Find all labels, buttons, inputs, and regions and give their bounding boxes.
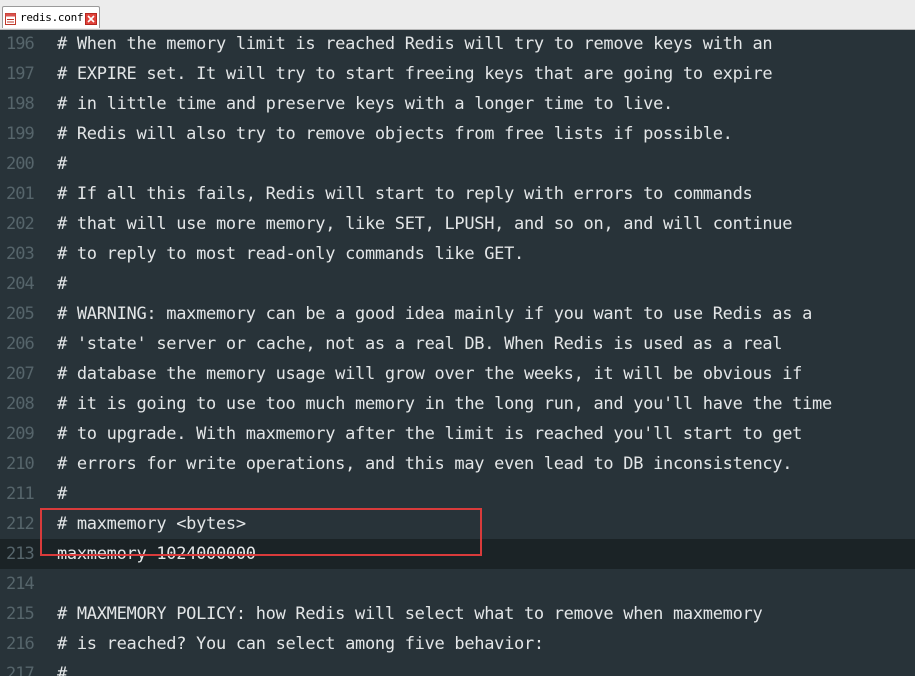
line-number: 212	[6, 514, 35, 534]
line-number: 208	[6, 394, 35, 414]
code-text: # If all this fails, Redis will start to…	[57, 184, 753, 204]
code-line[interactable]: 205 # WARNING: maxmemory can be a good id…	[0, 299, 915, 329]
line-number: 197	[6, 64, 35, 84]
code-text: # that will use more memory, like SET, L…	[57, 214, 793, 234]
line-number: 199	[6, 124, 35, 144]
line-number: 209	[6, 424, 35, 444]
code-line[interactable]: 200 #	[0, 149, 915, 179]
tab-bar: redis.conf	[0, 0, 915, 30]
code-line[interactable]: 201 # If all this fails, Redis will start…	[0, 179, 915, 209]
code-line[interactable]: 203 # to reply to most read-only commands…	[0, 239, 915, 269]
line-number: 196	[6, 34, 35, 54]
code-text: # to reply to most read-only commands li…	[57, 244, 524, 264]
code-line[interactable]: 213 maxmemory 1024000000	[0, 539, 915, 569]
code-line[interactable]: 198 # in little time and preserve keys wi…	[0, 89, 915, 119]
line-number: 201	[6, 184, 35, 204]
code-line[interactable]: 216 # is reached? You can select among fi…	[0, 629, 915, 659]
file-icon	[5, 12, 16, 25]
line-number: 200	[6, 154, 35, 174]
code-line[interactable]: 211 #	[0, 479, 915, 509]
code-line[interactable]: 214	[0, 569, 915, 599]
code-text: maxmemory 1024000000	[57, 544, 256, 564]
code-text: # it is going to use too much memory in …	[57, 394, 832, 414]
code-text: # Redis will also try to remove objects …	[57, 124, 733, 144]
code-text: #	[57, 154, 67, 174]
code-line[interactable]: 212 # maxmemory <bytes>	[0, 509, 915, 539]
code-line[interactable]: 217 #	[0, 659, 915, 676]
line-number: 203	[6, 244, 35, 264]
code-text: # When the memory limit is reached Redis…	[57, 34, 773, 54]
line-number: 211	[6, 484, 35, 504]
editor-window: redis.conf 196 # When the memory limit is…	[0, 0, 915, 676]
line-number: 206	[6, 334, 35, 354]
code-text: #	[57, 274, 67, 294]
line-number: 210	[6, 454, 35, 474]
code-text: # maxmemory <bytes>	[57, 514, 246, 534]
line-number: 198	[6, 94, 35, 114]
code-line[interactable]: 199 # Redis will also try to remove objec…	[0, 119, 915, 149]
line-number: 202	[6, 214, 35, 234]
line-number: 213	[6, 544, 35, 564]
code-text: # in little time and preserve keys with …	[57, 94, 673, 114]
code-text: # is reached? You can select among five …	[57, 634, 544, 654]
code-text: # to upgrade. With maxmemory after the l…	[57, 424, 803, 444]
close-icon[interactable]	[85, 12, 98, 25]
code-line[interactable]: 202 # that will use more memory, like SET…	[0, 209, 915, 239]
line-number: 214	[6, 574, 35, 594]
code-text: # MAXMEMORY POLICY: how Redis will selec…	[57, 604, 763, 624]
code-text: #	[57, 664, 67, 676]
code-line[interactable]: 196 # When the memory limit is reached Re…	[0, 30, 915, 59]
line-number: 215	[6, 604, 35, 624]
line-number: 216	[6, 634, 35, 654]
code-text: # database the memory usage will grow ov…	[57, 364, 803, 384]
code-text: #	[57, 484, 67, 504]
tab-label: redis.conf	[20, 11, 84, 24]
code-text: # WARNING: maxmemory can be a good idea …	[57, 304, 813, 324]
code-line[interactable]: 215 # MAXMEMORY POLICY: how Redis will se…	[0, 599, 915, 629]
code-line[interactable]: 209 # to upgrade. With maxmemory after th…	[0, 419, 915, 449]
code-text: # 'state' server or cache, not as a real…	[57, 334, 783, 354]
line-number: 207	[6, 364, 35, 384]
line-number: 217	[6, 664, 35, 676]
code-text: # errors for write operations, and this …	[57, 454, 793, 474]
code-line[interactable]: 197 # EXPIRE set. It will try to start fr…	[0, 59, 915, 89]
line-number: 204	[6, 274, 35, 294]
code-text: # EXPIRE set. It will try to start freei…	[57, 64, 773, 84]
code-line[interactable]: 204 #	[0, 269, 915, 299]
tab-redis-conf[interactable]: redis.conf	[2, 6, 101, 28]
line-number: 205	[6, 304, 35, 324]
code-line[interactable]: 206 # 'state' server or cache, not as a r…	[0, 329, 915, 359]
code-line[interactable]: 208 # it is going to use too much memory …	[0, 389, 915, 419]
code-line[interactable]: 210 # errors for write operations, and th…	[0, 449, 915, 479]
code-editor[interactable]: 196 # When the memory limit is reached Re…	[0, 30, 915, 676]
code-line[interactable]: 207 # database the memory usage will grow…	[0, 359, 915, 389]
